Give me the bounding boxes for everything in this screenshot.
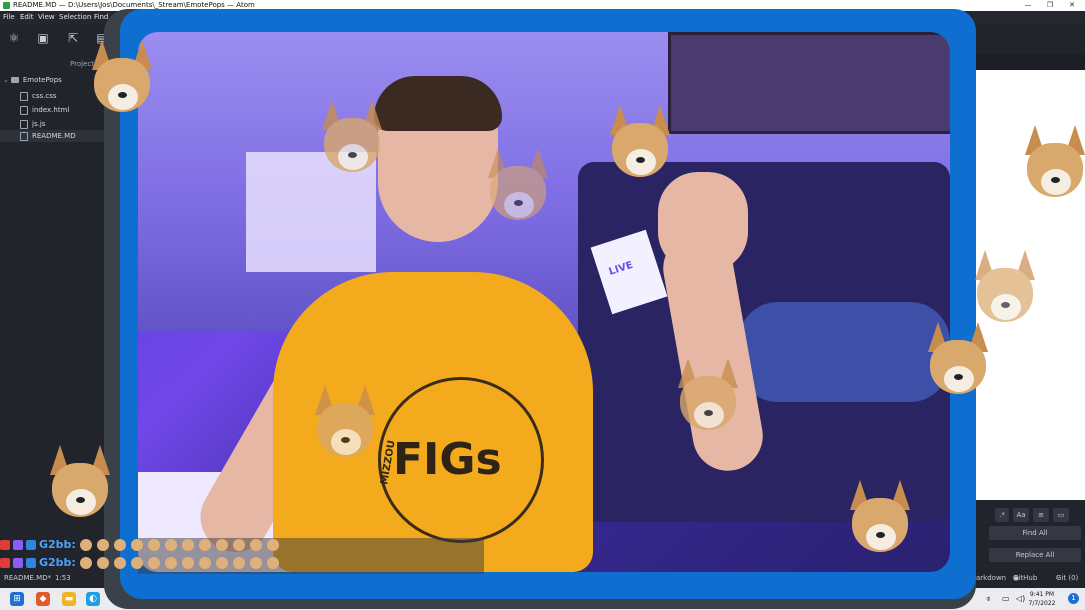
star-badge-icon: [13, 558, 23, 568]
video-badge-icon: [0, 558, 10, 568]
corgi-emote-icon: [249, 557, 262, 569]
corgi-emote: [918, 322, 998, 397]
corgi-emote: [305, 385, 385, 460]
maximize-button[interactable]: ❐: [1040, 0, 1060, 11]
corgi-emote-icon: [164, 557, 177, 569]
chat-username: G2bb:: [39, 538, 76, 551]
menu-edit[interactable]: Edit: [20, 11, 34, 24]
replace-all-button[interactable]: Replace All: [989, 548, 1081, 562]
wall-painting: [668, 32, 950, 134]
chat-username: G2bb:: [39, 556, 76, 569]
corgi-emote-icon: [215, 539, 228, 551]
clock-date: 7/7/2022: [1028, 600, 1056, 607]
atom-app-icon: [3, 2, 10, 9]
crown-badge-icon: [26, 558, 36, 568]
corgi-emote: [600, 105, 695, 200]
atom-icon[interactable]: ⚛: [7, 31, 21, 45]
corgi-emote-icon: [215, 557, 228, 569]
webcam-feed: MIZZOU FIGs LIVE: [138, 32, 950, 572]
selection-toggle[interactable]: ≡: [1033, 508, 1049, 522]
corgi-emote: [82, 40, 162, 115]
whole-word-toggle[interactable]: ▭: [1053, 508, 1069, 522]
corgi-emote: [840, 480, 930, 570]
corgi-emote: [965, 250, 1045, 325]
star-badge-icon: [13, 540, 23, 550]
paper-text: LIVE: [607, 259, 635, 278]
corgi-emote-icon: [96, 539, 109, 551]
microphone-icon[interactable]: ⌽: [986, 594, 991, 604]
shirt-logo-text: FIGs: [393, 434, 502, 485]
corgi-emote-icon: [130, 539, 143, 551]
corgi-emote: [1015, 125, 1085, 200]
windows-start-icon[interactable]: ⊞: [10, 592, 24, 606]
menu-selection[interactable]: Selection: [59, 11, 91, 24]
save-icon[interactable]: ▣: [36, 31, 50, 45]
corgi-emote-icon: [198, 557, 211, 569]
corgi-emote: [478, 148, 558, 223]
corgi-emote-icon: [113, 557, 126, 569]
tree-file-label: index.html: [32, 106, 70, 114]
status-cursor-position[interactable]: 1:53: [55, 568, 71, 588]
streamer-hair: [374, 76, 502, 131]
corgi-emote: [40, 445, 120, 520]
corgi-emote-icon: [164, 539, 177, 551]
brave-browser-icon[interactable]: ◆: [36, 592, 50, 606]
corgi-emote-icon: [181, 539, 194, 551]
file-icon: [20, 91, 28, 101]
corgi-emote-icon: [79, 539, 92, 551]
find-all-button[interactable]: Find All: [989, 526, 1081, 540]
taskbar-clock[interactable]: 9:41 PM 7/7/2022: [1022, 590, 1062, 608]
corgi-emote-icon: [266, 557, 279, 569]
video-badge-icon: [0, 540, 10, 550]
crown-badge-icon: [26, 540, 36, 550]
chevron-down-icon: ⌄: [3, 76, 9, 84]
status-github-label: GitHub: [1013, 574, 1038, 582]
file-icon: [20, 131, 28, 141]
folder-icon: [10, 77, 19, 83]
corgi-emote-icon: [130, 557, 143, 569]
corgi-emote-icon: [198, 539, 211, 551]
corgi-emote-icon: [232, 557, 245, 569]
chat-message: G2bb:: [0, 556, 284, 570]
edge-browser-icon[interactable]: ◐: [86, 592, 100, 606]
corgi-emote-icon: [79, 557, 92, 569]
status-git-label: Git (0): [1056, 574, 1079, 582]
corgi-emote: [312, 100, 392, 175]
corgi-emote-icon: [266, 539, 279, 551]
clock-time: 9:41 PM: [1029, 591, 1055, 598]
corgi-emote-icon: [232, 539, 245, 551]
corgi-emote: [668, 358, 748, 433]
corgi-emote-icon: [113, 539, 126, 551]
network-icon[interactable]: ▭: [1002, 594, 1010, 603]
notification-icon[interactable]: 1: [1068, 593, 1079, 604]
file-explorer-icon[interactable]: ▬: [62, 592, 76, 606]
regex-toggle[interactable]: .*: [995, 508, 1009, 522]
file-icon: [20, 119, 28, 129]
corgi-emote-icon: [249, 539, 262, 551]
tree-file-label: js.js: [32, 120, 46, 128]
tree-file-label: css.css: [32, 92, 57, 100]
corgi-emote-icon: [147, 539, 160, 551]
case-toggle[interactable]: Aa: [1013, 508, 1029, 522]
tree-root-label: EmotePops: [22, 76, 62, 84]
file-icon: [20, 105, 28, 115]
minimize-button[interactable]: —: [1018, 0, 1038, 11]
menu-view[interactable]: View: [38, 11, 55, 24]
chat-message: G2bb:: [0, 538, 284, 552]
external-link-icon[interactable]: ⇱: [66, 31, 80, 45]
corgi-emote-icon: [181, 557, 194, 569]
close-button[interactable]: ✕: [1062, 0, 1082, 11]
find-replace-panel: .* Aa ≡ ▭ Find All Replace All: [975, 500, 1085, 568]
status-file[interactable]: README.MD*: [4, 568, 51, 588]
menu-file[interactable]: File: [3, 11, 15, 24]
corgi-emote-icon: [96, 557, 109, 569]
tree-file-label: README.MD: [32, 132, 76, 140]
corgi-emote-icon: [147, 557, 160, 569]
status-grammar[interactable]: arkdown: [976, 568, 1006, 588]
